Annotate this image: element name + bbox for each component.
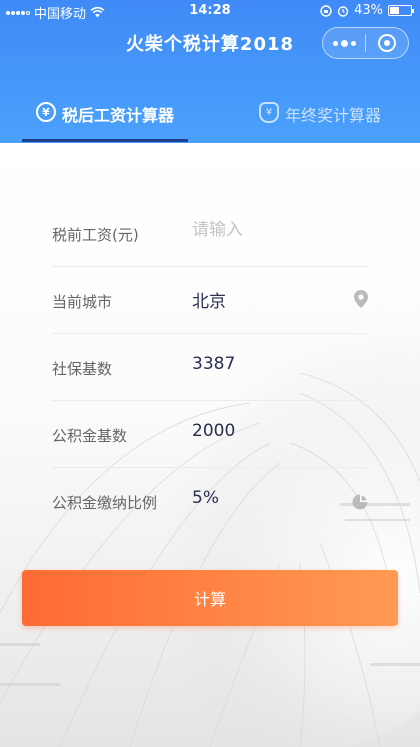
city-value[interactable]: 北京 xyxy=(192,287,226,312)
fund-ratio-label: 公积金缴纳比例 xyxy=(52,494,158,512)
rotation-lock-icon xyxy=(320,4,332,17)
active-tab-indicator xyxy=(22,139,188,142)
fund-base-label: 公积金基数 xyxy=(52,427,128,445)
more-button[interactable] xyxy=(323,28,365,58)
salary-row: 税前工资(元) xyxy=(52,200,368,267)
salary-input[interactable] xyxy=(192,220,342,240)
battery-fill xyxy=(390,7,399,14)
city-label: 当前城市 xyxy=(52,293,113,311)
fund-base-value[interactable]: 2000 xyxy=(192,421,235,441)
social-base-row: 社保基数 3387 xyxy=(52,334,368,401)
yen-circle-icon: ¥ xyxy=(35,102,56,122)
status-right: 43% xyxy=(320,3,414,18)
salary-label: 税前工资(元) xyxy=(52,226,139,244)
tab-salary-label: 税后工资计算器 xyxy=(61,106,174,125)
calculate-button[interactable]: 计算 xyxy=(22,570,398,626)
city-row[interactable]: 当前城市 北京 xyxy=(52,267,368,334)
close-target-icon xyxy=(378,34,396,52)
tab-salary-calculator[interactable]: ¥ 税后工资计算器 xyxy=(22,88,188,143)
social-base-value[interactable]: 3387 xyxy=(192,354,235,374)
tab-bar: ¥ 税后工资计算器 ¥ 年终奖计算器 xyxy=(0,88,420,143)
fund-base-row: 公积金基数 2000 xyxy=(52,401,368,468)
header: 中国移动 14:28 43% 火柴个税计算2018 ¥ 税后工资计算器 ¥ 年终… xyxy=(0,0,420,143)
fund-ratio-value[interactable]: 5% xyxy=(192,488,219,508)
location-pin-icon[interactable] xyxy=(354,290,368,308)
money-bag-icon: ¥ xyxy=(258,102,279,123)
status-bar: 中国移动 14:28 43% xyxy=(0,0,420,22)
calculator-content: 税前工资(元) 当前城市 北京 社保基数 3387 公积金基数 2000 公积金… xyxy=(0,143,420,747)
tab-bonus-calculator[interactable]: ¥ 年终奖计算器 xyxy=(245,88,395,143)
battery-icon xyxy=(388,5,414,16)
social-base-label: 社保基数 xyxy=(52,360,113,378)
fund-ratio-row[interactable]: 公积金缴纳比例 5% xyxy=(52,468,368,535)
nav-bar: 火柴个税计算2018 xyxy=(0,22,420,62)
pie-chart-icon[interactable] xyxy=(352,494,368,510)
battery-percent: 43% xyxy=(354,3,383,18)
close-button[interactable] xyxy=(366,28,408,58)
tab-bonus-label: 年终奖计算器 xyxy=(284,106,381,125)
mini-program-capsule xyxy=(322,27,409,59)
alarm-icon xyxy=(337,5,349,17)
